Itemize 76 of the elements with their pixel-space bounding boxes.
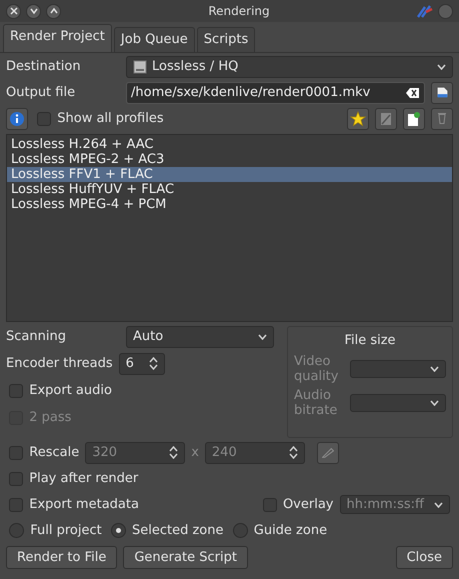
checkbox[interactable] (9, 498, 24, 512)
new-profile-button[interactable] (403, 108, 425, 130)
radio-label: Guide zone (254, 522, 328, 540)
pencil-icon (322, 448, 334, 458)
star-icon (350, 110, 366, 126)
close-button[interactable] (6, 4, 21, 18)
new-document-icon (407, 112, 421, 126)
checkbox-label: Show all profiles (57, 110, 164, 128)
field-label: Output file (6, 84, 76, 102)
profile-item[interactable]: Lossless MPEG-4 + PCM (7, 196, 452, 212)
radio-button[interactable] (9, 523, 24, 538)
tab[interactable]: Job Queue (114, 27, 195, 52)
spin-arrows-icon (169, 446, 178, 459)
menu-button[interactable] (438, 4, 453, 18)
app-icon (417, 4, 433, 18)
checkbox[interactable] (9, 472, 24, 486)
close-icon (10, 7, 18, 15)
tab[interactable]: Scripts (196, 27, 256, 52)
action-button[interactable]: Close (396, 546, 453, 569)
checkbox[interactable] (9, 384, 24, 398)
edit-button[interactable] (375, 108, 397, 130)
caret-icon (430, 400, 439, 406)
field-label: Destination (6, 58, 82, 76)
field-label: Encoder threads (6, 354, 113, 373)
info-icon (9, 110, 25, 126)
destination-dropdown[interactable]: Lossless / HQ (126, 56, 453, 78)
radio-button[interactable] (232, 523, 248, 538)
clear-icon[interactable] (406, 86, 420, 98)
profile-item[interactable]: Lossless FFV1 + FLAC (7, 166, 452, 182)
action-button[interactable]: Render to File (6, 546, 118, 569)
checkbox-label: 2 pass (29, 408, 72, 427)
checkbox[interactable] (9, 446, 24, 460)
radio-label: Selected zone (132, 522, 224, 540)
favorite-button[interactable] (347, 108, 369, 130)
trash-icon (437, 113, 447, 124)
profile-item[interactable]: Lossless MPEG-2 + AC3 (7, 152, 452, 166)
checkbox-label: Overlay (282, 496, 334, 514)
field-label: Scanning (6, 328, 67, 346)
chevron-up-icon (50, 7, 58, 15)
window-title: Rendering (207, 3, 271, 20)
radio-label: Full project (30, 522, 102, 540)
aspect-lock-button[interactable] (317, 442, 340, 464)
checkbox-label: Export audio (29, 382, 112, 400)
separator-text: x (191, 444, 199, 462)
checkbox[interactable] (262, 498, 277, 512)
field-label: Video quality (294, 354, 340, 384)
threads-spinbox[interactable]: 6 (118, 352, 165, 374)
caret-icon (258, 334, 267, 340)
radio-button[interactable] (110, 523, 126, 538)
profile-item[interactable]: Lossless H.264 + AAC (7, 136, 452, 152)
checkbox-label: Rescale (29, 444, 80, 462)
tab[interactable]: Render Project (3, 24, 112, 52)
output-file-field[interactable]: /home/sxe/kdenlive/render0001.mkv (126, 82, 425, 104)
drive-icon (133, 60, 147, 74)
radio-dot-icon (116, 528, 121, 533)
minimize-button[interactable] (26, 4, 41, 18)
action-button[interactable]: Generate Script (123, 546, 248, 569)
maximize-button[interactable] (46, 4, 61, 18)
caret-icon (430, 366, 439, 372)
field-label: Audio bitrate (294, 388, 338, 418)
browse-button[interactable] (431, 82, 453, 104)
spin-arrows-icon (148, 357, 158, 370)
info-button[interactable] (6, 108, 28, 130)
chevron-down-icon (30, 7, 38, 15)
checkbox-label: Export metadata (29, 496, 139, 514)
caret-icon (437, 64, 446, 70)
document-icon (436, 86, 448, 99)
panel-title: File size (343, 332, 397, 350)
delete-button[interactable] (431, 108, 453, 130)
profile-item[interactable]: Lossless HuffYUV + FLAC (7, 182, 452, 196)
checkbox[interactable] (37, 112, 52, 126)
caret-icon (434, 502, 442, 508)
spin-arrows-icon (288, 446, 298, 459)
scanning-dropdown[interactable]: Auto (126, 326, 274, 348)
checkbox-label: Play after render (29, 470, 138, 488)
edit-icon (380, 112, 392, 126)
